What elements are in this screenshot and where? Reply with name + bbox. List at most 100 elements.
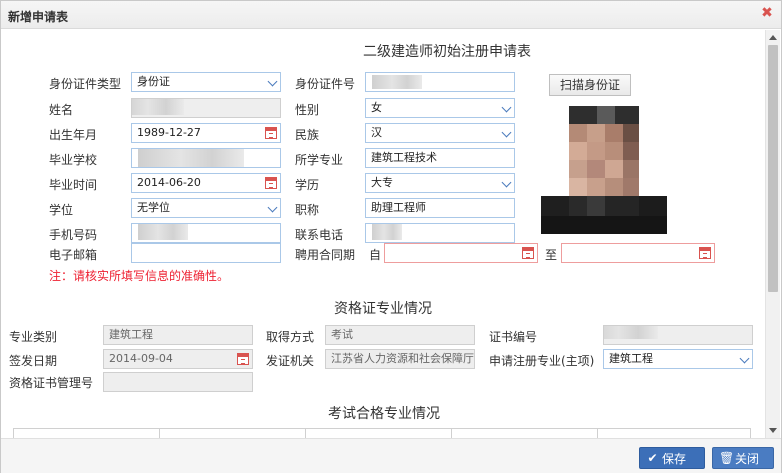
authority-value: 江苏省人力资源和社会保障厅 [331,352,474,365]
mgmt-no-label: 资格证书管理号 [9,376,94,390]
close-button[interactable]: 🗑 关闭 [712,447,774,469]
contract-label: 聘用合同期 [295,248,356,262]
title-value: 助理工程师 [371,201,426,214]
issue-date-label: 签发日期 [9,354,58,368]
mgmt-no-input[interactable] [103,372,253,392]
gender-select[interactable]: 女 [365,98,515,118]
chevron-down-icon [267,202,278,213]
id-type-select[interactable]: 身份证 [131,72,281,92]
calendar-icon[interactable] [237,353,249,365]
contact-input[interactable] [365,223,515,243]
warning-note: 注：请核实所填写信息的准确性。 [49,269,230,283]
email-label: 电子邮箱 [49,248,98,262]
degree-select[interactable]: 无学位 [131,198,281,218]
id-photo [541,106,669,234]
birth-value: 1989-12-27 [137,126,201,139]
gender-label: 性别 [295,103,320,117]
cert-method-label: 取得方式 [266,330,315,344]
grad-date-input[interactable]: 2014-06-20 [131,173,281,193]
education-value: 大专 [371,176,393,189]
gender-value: 女 [371,101,382,114]
ethnicity-value: 汉 [371,126,382,139]
contact-label: 联系电话 [295,228,344,242]
title-input[interactable]: 助理工程师 [365,198,515,218]
chevron-down-icon [501,102,512,113]
cert-category-value: 建筑工程 [109,328,153,341]
cert-section-title: 资格证专业情况 [334,301,432,317]
vertical-scrollbar[interactable] [765,30,780,438]
id-type-label: 身份证件类型 [49,77,122,91]
ethnicity-select[interactable]: 汉 [365,123,515,143]
exam-table [13,428,751,438]
redacted-value [138,224,188,240]
redacted-value [138,149,244,167]
contract-to-label: 至 [545,248,558,262]
redacted-value [132,99,184,115]
issue-date-input[interactable]: 2014-09-04 [103,349,253,369]
major-label: 所学专业 [295,153,344,167]
scan-id-button[interactable]: 扫描身份证 [549,74,631,96]
grad-date-label: 毕业时间 [49,178,98,192]
dialog-content: 二级建造师初始注册申请表 身份证件类型 身份证 身份证件号 姓名 性别 女 出生… [1,30,766,438]
id-type-value: 身份证 [137,75,170,88]
save-label: 保存 [662,452,687,466]
ethnicity-label: 民族 [295,128,320,142]
dialog: 新增申请表 ✖ 二级建造师初始注册申请表 身份证件类型 身份证 身份证件号 姓名… [0,0,782,473]
issue-date-value: 2014-09-04 [109,352,173,365]
dialog-titlebar[interactable]: 新增申请表 ✖ [1,1,781,29]
calendar-icon[interactable] [265,127,277,139]
cert-no-input[interactable] [603,325,753,345]
chevron-down-icon [501,127,512,138]
check-icon: ✔ [647,451,658,465]
major-input[interactable]: 建筑工程技术 [365,148,515,168]
exam-section-title: 考试合格专业情况 [328,406,440,422]
authority-input[interactable]: 江苏省人力资源和社会保障厅 [325,349,475,369]
scroll-up-icon[interactable] [769,35,777,40]
degree-value: 无学位 [137,201,170,214]
birth-date-input[interactable]: 1989-12-27 [131,123,281,143]
scroll-down-icon[interactable] [769,428,777,433]
chevron-down-icon [739,353,750,364]
name-input[interactable] [131,98,281,118]
phone-label: 手机号码 [49,228,98,242]
form-title: 二级建造师初始注册申请表 [363,44,531,60]
redacted-value [372,224,402,240]
trash-icon: 🗑 [719,451,735,465]
degree-label: 学位 [49,203,74,217]
dialog-footer: ✔ 保存 🗑 关闭 [1,438,781,473]
chevron-down-icon [501,177,512,188]
close-icon[interactable]: ✖ [760,6,774,20]
redacted-value [604,326,658,339]
title-label: 职称 [295,203,320,217]
cert-category-input[interactable]: 建筑工程 [103,325,253,345]
cert-method-value: 考试 [331,328,353,341]
grad-date-value: 2014-06-20 [137,176,201,189]
dialog-title: 新增申请表 [8,10,69,24]
phone-input[interactable] [131,223,281,243]
apply-major-select[interactable]: 建筑工程 [603,349,753,369]
contract-start-input[interactable] [384,243,538,263]
contract-from-label: 自 [369,248,382,262]
id-number-input[interactable] [365,72,515,92]
apply-major-value: 建筑工程 [609,352,653,365]
close-label: 关闭 [735,452,760,466]
birth-label: 出生年月 [49,128,98,142]
apply-major-label: 申请注册专业(主项) [489,354,595,368]
calendar-icon[interactable] [699,247,711,259]
calendar-icon[interactable] [522,247,534,259]
redacted-value [372,75,422,89]
email-input[interactable] [131,243,281,263]
education-select[interactable]: 大专 [365,173,515,193]
scrollbar-thumb[interactable] [768,45,778,292]
cert-category-label: 专业类别 [9,330,58,344]
major-value: 建筑工程技术 [371,151,437,164]
calendar-icon[interactable] [265,177,277,189]
school-input[interactable] [131,148,281,168]
save-button[interactable]: ✔ 保存 [639,447,705,469]
cert-method-input[interactable]: 考试 [325,325,475,345]
chevron-down-icon [267,76,278,87]
authority-label: 发证机关 [266,354,315,368]
cert-no-label: 证书编号 [489,330,538,344]
education-label: 学历 [295,178,320,192]
contract-end-input[interactable] [561,243,715,263]
